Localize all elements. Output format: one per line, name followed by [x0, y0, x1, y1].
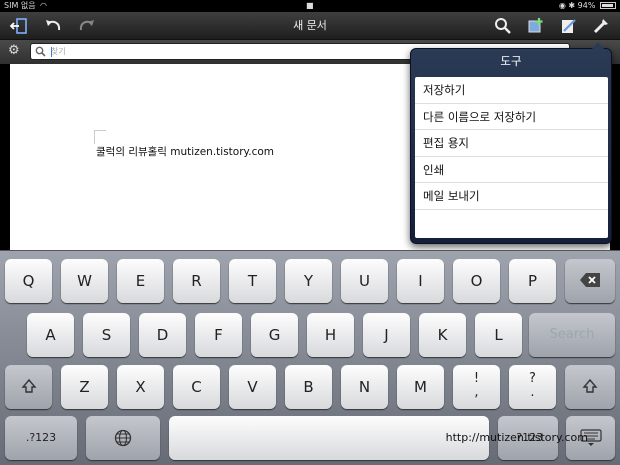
undo-icon[interactable]: [42, 15, 64, 37]
key-d[interactable]: D: [139, 313, 186, 357]
key-j[interactable]: J: [363, 313, 410, 357]
key-s[interactable]: S: [83, 313, 130, 357]
menu-item-print[interactable]: 인쇄: [415, 157, 608, 183]
search-icon[interactable]: [492, 15, 514, 37]
onscreen-keyboard: Q W E R T Y U I O P A S D F G H J K L Se…: [0, 250, 620, 465]
key-f[interactable]: F: [195, 313, 242, 357]
popover-title: 도구: [500, 54, 522, 68]
key-period-label: .: [530, 385, 535, 400]
key-q[interactable]: Q: [5, 259, 52, 303]
key-z[interactable]: Z: [61, 365, 108, 409]
key-question-period[interactable]: ?.: [509, 365, 556, 409]
insert-icon[interactable]: [525, 15, 547, 37]
key-i[interactable]: I: [397, 259, 444, 303]
key-v[interactable]: V: [229, 365, 276, 409]
status-bar: SIM 없음 ◠ ■ ◉ ✱ 94%: [0, 0, 620, 12]
key-y[interactable]: Y: [285, 259, 332, 303]
key-e[interactable]: E: [117, 259, 164, 303]
key-u[interactable]: U: [341, 259, 388, 303]
delete-icon: [580, 273, 600, 287]
key-b[interactable]: B: [285, 365, 332, 409]
key-w[interactable]: W: [61, 259, 108, 303]
key-question-label: ?: [529, 371, 536, 386]
exit-icon[interactable]: [8, 15, 30, 37]
lock-icon: ■: [306, 1, 314, 10]
shift-icon: [20, 378, 37, 393]
rotation-lock-icon: ◉: [558, 1, 566, 10]
key-n[interactable]: N: [341, 365, 388, 409]
key-k[interactable]: K: [419, 313, 466, 357]
delete-key[interactable]: [565, 259, 615, 303]
menu-item-email[interactable]: 메일 보내기: [415, 183, 608, 210]
menu-item-save-as[interactable]: 다른 이름으로 저장하기: [415, 104, 608, 130]
globe-icon: [114, 429, 132, 447]
cursor-marker: [94, 130, 106, 144]
tools-menu: 저장하기 다른 이름으로 저장하기 편집 용지 인쇄 메일 보내기: [415, 77, 608, 238]
watermark-text: http://mutizen.tistory.com: [445, 431, 588, 444]
tools-icon[interactable]: [590, 15, 612, 37]
search-key[interactable]: Search: [529, 313, 615, 357]
shift-icon: [582, 378, 598, 393]
battery-status: ◉ ✱ 94%: [559, 0, 616, 12]
key-a[interactable]: A: [27, 313, 74, 357]
popover-arrow: [591, 42, 605, 50]
numbers-key-left[interactable]: .?123: [5, 416, 77, 460]
key-l[interactable]: L: [475, 313, 522, 357]
key-t[interactable]: T: [229, 259, 276, 303]
battery-percent: 94%: [577, 1, 596, 10]
document-text[interactable]: 쿨럭의 리뷰홀릭 mutizen.tistory.com: [96, 144, 274, 159]
text-caret: [51, 47, 52, 57]
key-r[interactable]: R: [173, 259, 220, 303]
key-exclaim-label: !: [473, 371, 480, 386]
magnifier-icon: [35, 46, 46, 57]
key-c[interactable]: C: [173, 365, 220, 409]
menu-item-page-setup[interactable]: 편집 용지: [415, 130, 608, 157]
redo-icon[interactable]: [76, 15, 98, 37]
carrier-label: SIM 없음: [4, 1, 36, 10]
key-o[interactable]: O: [453, 259, 500, 303]
pen-icon[interactable]: [558, 15, 580, 37]
key-m[interactable]: M: [397, 365, 444, 409]
menu-empty-row: [415, 210, 608, 237]
key-h[interactable]: H: [307, 313, 354, 357]
wifi-icon: ◠: [40, 1, 47, 10]
space-key[interactable]: [169, 416, 489, 460]
globe-key[interactable]: [86, 416, 160, 460]
menu-item-save[interactable]: 저장하기: [415, 77, 608, 104]
navigation-bar: 새 문서: [0, 12, 620, 40]
key-p[interactable]: P: [509, 259, 556, 303]
battery-icon: [600, 2, 616, 9]
gear-icon[interactable]: ⚙: [8, 44, 22, 58]
key-comma-label: ,: [474, 385, 479, 400]
key-g[interactable]: G: [251, 313, 298, 357]
shift-key-right[interactable]: [565, 365, 615, 409]
key-exclaim-comma[interactable]: !,: [453, 365, 500, 409]
tools-popover: 도구 저장하기 다른 이름으로 저장하기 편집 용지 인쇄 메일 보내기: [410, 42, 612, 244]
shift-key-left[interactable]: [5, 365, 52, 409]
key-x[interactable]: X: [117, 365, 164, 409]
bluetooth-icon: ✱: [568, 1, 576, 10]
